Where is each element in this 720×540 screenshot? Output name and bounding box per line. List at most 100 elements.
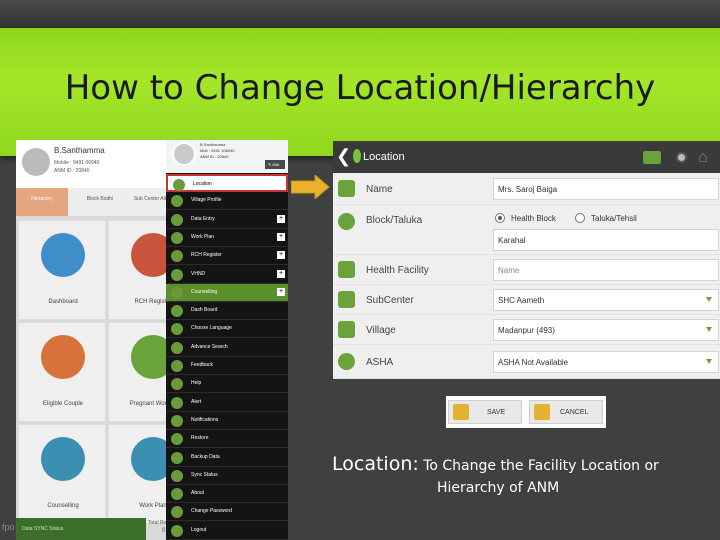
menu-item-choose-language[interactable]: Choose Language	[166, 320, 288, 339]
menu-item-backup-data[interactable]: Backup Data	[166, 449, 288, 467]
asha-value: ASHA Not Available	[498, 358, 569, 367]
chevron-down-icon	[706, 359, 712, 364]
tile-eligible-couple[interactable]: Eligible Couple	[18, 322, 106, 422]
menu-item-icon	[171, 323, 183, 336]
top-strip	[0, 0, 720, 30]
subcenter-label: SubCenter	[366, 295, 414, 306]
menu-item-icon	[171, 305, 183, 318]
name-input[interactable]: Mrs. Saroj Baiga	[493, 178, 719, 200]
menu-item-data-entry[interactable]: Data Entry +	[166, 211, 288, 229]
tab-block[interactable]: Block Bodhi	[74, 188, 126, 216]
menu-item-icon	[171, 488, 183, 501]
menu-item-icon	[171, 524, 183, 537]
tile-label: Eligible Couple	[42, 401, 84, 407]
menu-item-label: Sync Status	[191, 471, 218, 478]
expand-plus-icon[interactable]: +	[277, 214, 285, 223]
menu-item-icon	[171, 286, 183, 299]
menu-item-icon	[171, 268, 183, 281]
building-icon	[338, 261, 355, 278]
cancel-button[interactable]: CANCEL	[529, 400, 603, 424]
subcenter-select[interactable]: SHC Aameth	[493, 289, 719, 311]
edit-profile-button[interactable]: ✎ Edit	[265, 160, 285, 169]
village-select[interactable]: Madanpur (493)	[493, 319, 719, 341]
sync-status-bar[interactable]: Data SYNC Status	[16, 518, 146, 540]
menu-item-label: Logout	[191, 526, 207, 533]
menu-item-work-plan[interactable]: Work Plan +	[166, 229, 288, 247]
subcenter-row: SubCenter SHC Aameth	[333, 285, 720, 315]
menu-item-label: RCH Register	[191, 252, 222, 259]
caption: Location: To Change the Facility Locatio…	[332, 453, 720, 496]
tile-dashboard[interactable]: Dashboard	[18, 220, 106, 320]
menu-item-icon	[171, 378, 183, 391]
menu-item-icon	[171, 396, 183, 409]
tile-label: Counselling	[47, 503, 79, 509]
menu-item-counselling[interactable]: Counselling +	[166, 283, 288, 302]
camera-icon[interactable]	[643, 151, 661, 164]
block-input[interactable]: Karahal	[493, 229, 719, 251]
asha-worker-icon	[338, 353, 355, 370]
menu-item-village-profile[interactable]: Village Profile	[166, 192, 288, 211]
arrow-right-icon	[291, 175, 330, 199]
menu-item-label: Data Entry	[191, 215, 215, 222]
tab-hierarchy[interactable]: Hierarchy	[16, 188, 68, 216]
expand-plus-icon[interactable]: +	[277, 251, 285, 260]
menu-item-notifications[interactable]: Notifications	[166, 412, 288, 430]
menu-item-icon	[171, 195, 183, 208]
cancel-label: CANCEL	[560, 409, 589, 416]
expand-plus-icon[interactable]: +	[277, 269, 285, 278]
name-label: Name	[366, 184, 393, 195]
asha-row: ASHA ASHA Not Available	[333, 345, 720, 379]
gps-icon[interactable]	[676, 152, 687, 163]
asha-select[interactable]: ASHA Not Available	[493, 351, 719, 373]
location-marker-icon	[338, 213, 355, 230]
group-icon	[41, 437, 85, 481]
menu-item-label: Notifications	[191, 416, 219, 423]
person-icon	[338, 180, 355, 197]
home-icon[interactable]: ⌂	[698, 150, 708, 166]
menu-item-help[interactable]: Help	[166, 375, 288, 394]
taluka-tehsil-radio[interactable]	[575, 213, 585, 223]
menu-item-location[interactable]: Location	[166, 174, 288, 192]
health-block-radio[interactable]	[495, 213, 505, 223]
menu-item-icon	[171, 231, 183, 244]
menu-item-icon	[171, 250, 183, 263]
name-row: Name Mrs. Saroj Baiga	[333, 173, 720, 205]
village-value: Madanpur (493)	[498, 326, 555, 335]
slide-title: How to Change Location/Hierarchy	[64, 68, 656, 108]
location-form: ❮ Location ⌂ Name Mrs. Saroj Baiga Block…	[333, 141, 720, 379]
menu-item-icon	[171, 360, 183, 372]
menu-item-rch-register[interactable]: RCH Register +	[166, 247, 288, 266]
menu-item-icon	[171, 469, 183, 482]
menu-item-icon	[171, 341, 183, 354]
health-block-label: Health Block	[511, 214, 556, 223]
drawer-header: B.Santhamma Mob : 9491 106940 ANM ID : 2…	[166, 140, 288, 173]
block-row: Block/Taluka Health Block Taluka/Tehsil …	[333, 205, 720, 255]
menu-item-label: Feedback	[191, 362, 213, 368]
facility-input[interactable]: Name	[493, 259, 719, 281]
menu-item-change-password[interactable]: Change Password	[166, 503, 288, 522]
profile-name: B.Santhamma	[54, 146, 105, 155]
menu-item-advance-search[interactable]: Advance Search	[166, 339, 288, 357]
menu-item-vhnd[interactable]: VHND +	[166, 266, 288, 284]
village-label: Village	[366, 325, 396, 336]
menu-item-label: Work Plan	[191, 233, 214, 240]
tile-counselling[interactable]: Counselling	[18, 424, 106, 524]
back-arrow-icon[interactable]: ❮	[336, 146, 351, 166]
expand-plus-icon[interactable]: +	[277, 287, 285, 296]
menu-item-dash-board[interactable]: Dash Board	[166, 302, 288, 321]
chevron-down-icon	[706, 327, 712, 332]
save-label: SAVE	[487, 409, 506, 416]
menu-item-sync-status[interactable]: Sync Status	[166, 467, 288, 485]
couple-icon	[41, 335, 85, 379]
menu-item-restore[interactable]: Restore	[166, 430, 288, 449]
menu-item-logout[interactable]: Logout	[166, 522, 288, 540]
save-button[interactable]: SAVE	[448, 400, 522, 424]
menu-item-alert[interactable]: Alert	[166, 394, 288, 412]
menu-item-label: Backup Data	[191, 453, 220, 460]
expand-plus-icon[interactable]: +	[277, 232, 285, 241]
menu-item-feedback[interactable]: Feedback	[166, 357, 288, 375]
location-action-bar: ❮ Location ⌂	[333, 141, 720, 173]
menu-item-about[interactable]: About	[166, 485, 288, 504]
menu-item-label: Choose Language	[191, 325, 232, 332]
clinic-icon	[338, 291, 355, 308]
